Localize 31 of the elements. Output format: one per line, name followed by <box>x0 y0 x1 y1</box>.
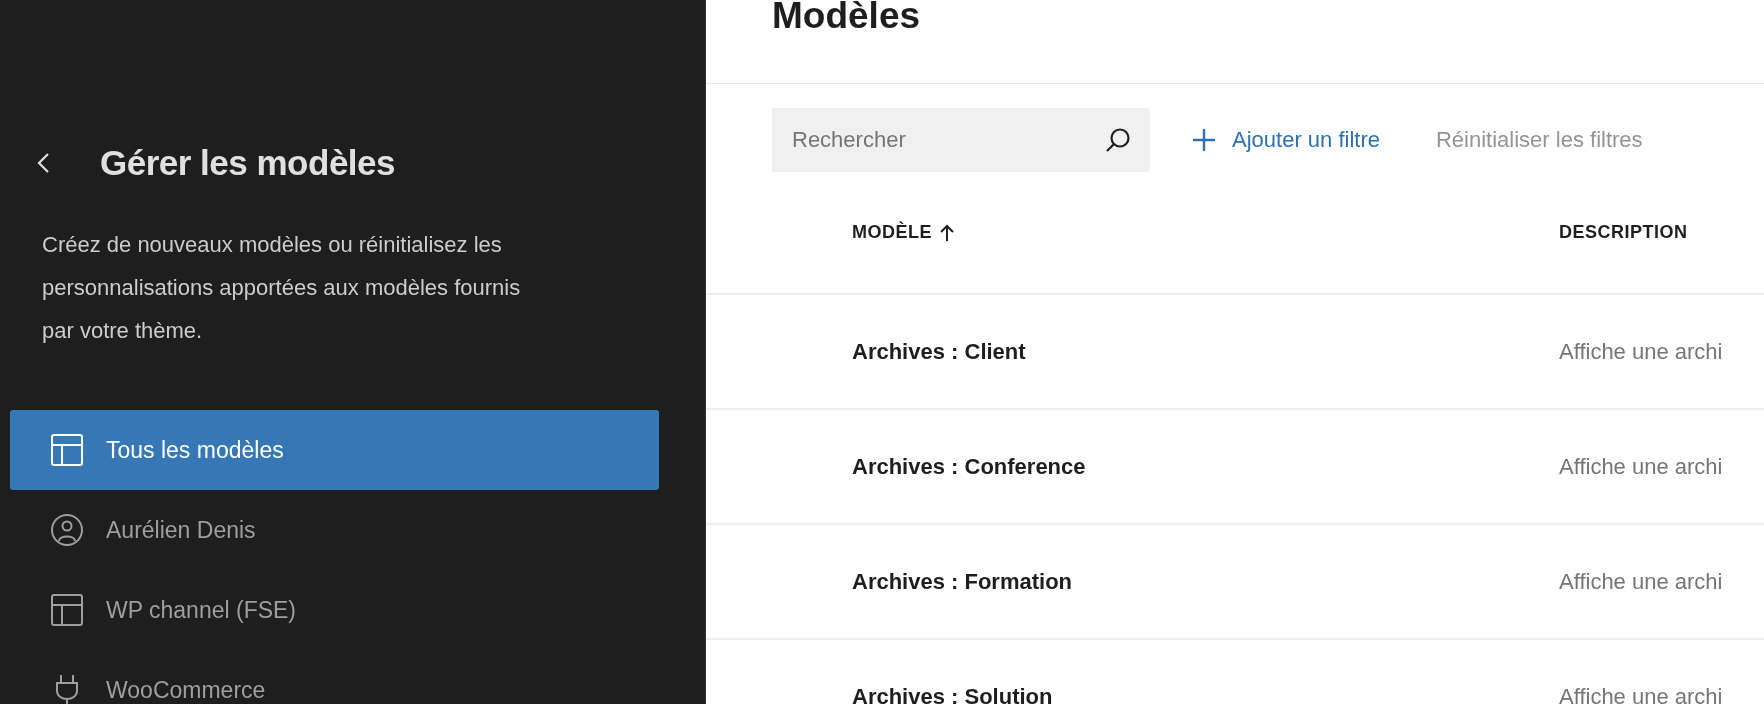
sidebar-description: Créez de nouveaux modèles ou réinitialisez les personnalisations apportées aux modèles fournis par votre thème. <box>42 231 522 345</box>
user-icon <box>50 513 84 547</box>
sidebar-item-label: Aurélien Denis <box>106 516 256 544</box>
layout-icon <box>50 593 84 627</box>
sidebar-item[interactable]: WooCommerce <box>10 650 659 704</box>
template-title-cell[interactable]: Archives : Conference <box>706 410 1559 525</box>
arrow-up-icon <box>940 223 954 242</box>
column-header[interactable]: DESCRIPTION <box>1559 222 1688 243</box>
column-header[interactable]: MODÈLE <box>852 222 954 243</box>
add-filter-button[interactable]: Ajouter un filtre <box>1186 126 1386 154</box>
search-field[interactable]: Rechercher <box>772 108 1150 172</box>
sidebar-item[interactable]: Tous les modèles <box>10 410 659 490</box>
chevron-left-icon <box>36 152 50 174</box>
sidebar-item-label: Tous les modèles <box>106 436 284 464</box>
search-input[interactable]: Rechercher <box>790 126 1104 154</box>
description-cell: Affiche une archi <box>1559 525 1764 640</box>
layout-icon <box>50 433 84 467</box>
page-title: Modèles <box>772 0 922 38</box>
template-title-cell[interactable]: Archives : Formation <box>706 525 1559 640</box>
template-title-cell[interactable]: Archives : Solution <box>706 640 1559 704</box>
description-cell: Affiche une archi <box>1559 410 1764 525</box>
sidebar-item-label: WooCommerce <box>106 676 266 704</box>
sidebar-item[interactable]: WP channel (FSE) <box>10 570 659 650</box>
sidebar-item[interactable]: Aurélien Denis <box>10 490 659 570</box>
sidebar-item-label: WP channel (FSE) <box>106 596 297 624</box>
description-cell: Affiche une archi <box>1559 640 1764 704</box>
search-icon <box>1104 126 1132 154</box>
description-cell: Affiche une archi <box>1559 295 1764 410</box>
sidebar-title: Gérer les modèles <box>100 143 395 183</box>
template-title-cell[interactable]: Archives : Client <box>706 295 1559 410</box>
plus-icon <box>1192 128 1216 152</box>
